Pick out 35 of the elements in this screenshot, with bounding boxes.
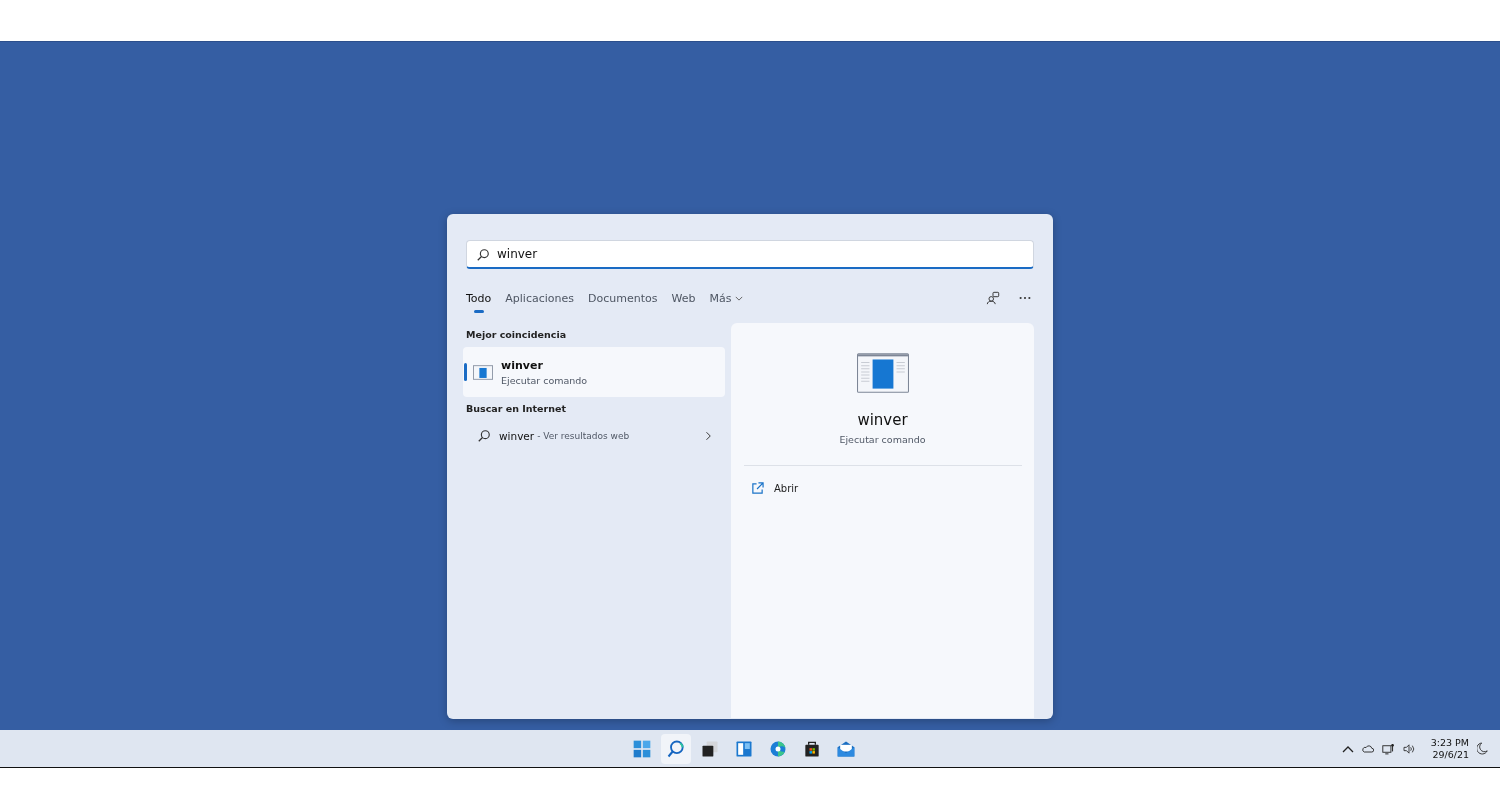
chevron-right-icon — [705, 431, 711, 441]
open-external-icon — [751, 482, 764, 495]
people-icon — [986, 291, 1000, 305]
cloud-icon[interactable] — [1361, 743, 1374, 754]
time-text: 3:23 PM — [1430, 737, 1469, 748]
result-title: winver — [501, 358, 544, 372]
date-text: 29/6/21 — [1432, 749, 1469, 760]
speaker-icon[interactable] — [1402, 743, 1415, 754]
app-window-icon — [856, 353, 909, 393]
moon-icon[interactable] — [1477, 742, 1488, 755]
selection-indicator — [464, 363, 467, 381]
caret-icon — [735, 295, 744, 301]
search-field[interactable]: winver — [466, 240, 1034, 269]
preview-subtitle: Ejecutar comando — [839, 434, 926, 445]
web-hint: - Ver resultados web — [537, 431, 631, 441]
clock[interactable]: 3:23 PM 29/6/21 — [1430, 737, 1469, 760]
section-heading: Buscar en Internet — [465, 402, 567, 416]
network-icon[interactable] — [1381, 742, 1395, 755]
app-window-icon — [473, 364, 493, 380]
tab[interactable]: Documentos — [588, 283, 658, 313]
result-subtitle: Ejecutar comando — [501, 374, 588, 386]
windows-logo-icon — [632, 738, 652, 759]
section-heading: Mejor coincidencia — [465, 328, 568, 342]
action-button[interactable]: Abrir — [751, 478, 799, 499]
account-button[interactable] — [984, 289, 1002, 307]
preview-title: winver — [857, 411, 908, 429]
tab[interactable]: Aplicaciones — [505, 283, 574, 313]
tab[interactable]: Más — [709, 283, 744, 313]
web-result-item[interactable]: winver - Ver resultados web — [463, 421, 725, 451]
web-query: winver — [499, 430, 535, 442]
tab[interactable]: Web — [671, 283, 696, 313]
search-icon — [666, 738, 686, 759]
tab[interactable]: Todo — [466, 283, 492, 313]
best-match-item[interactable]: winver Ejecutar comando — [463, 347, 725, 397]
search-icon — [477, 429, 491, 443]
